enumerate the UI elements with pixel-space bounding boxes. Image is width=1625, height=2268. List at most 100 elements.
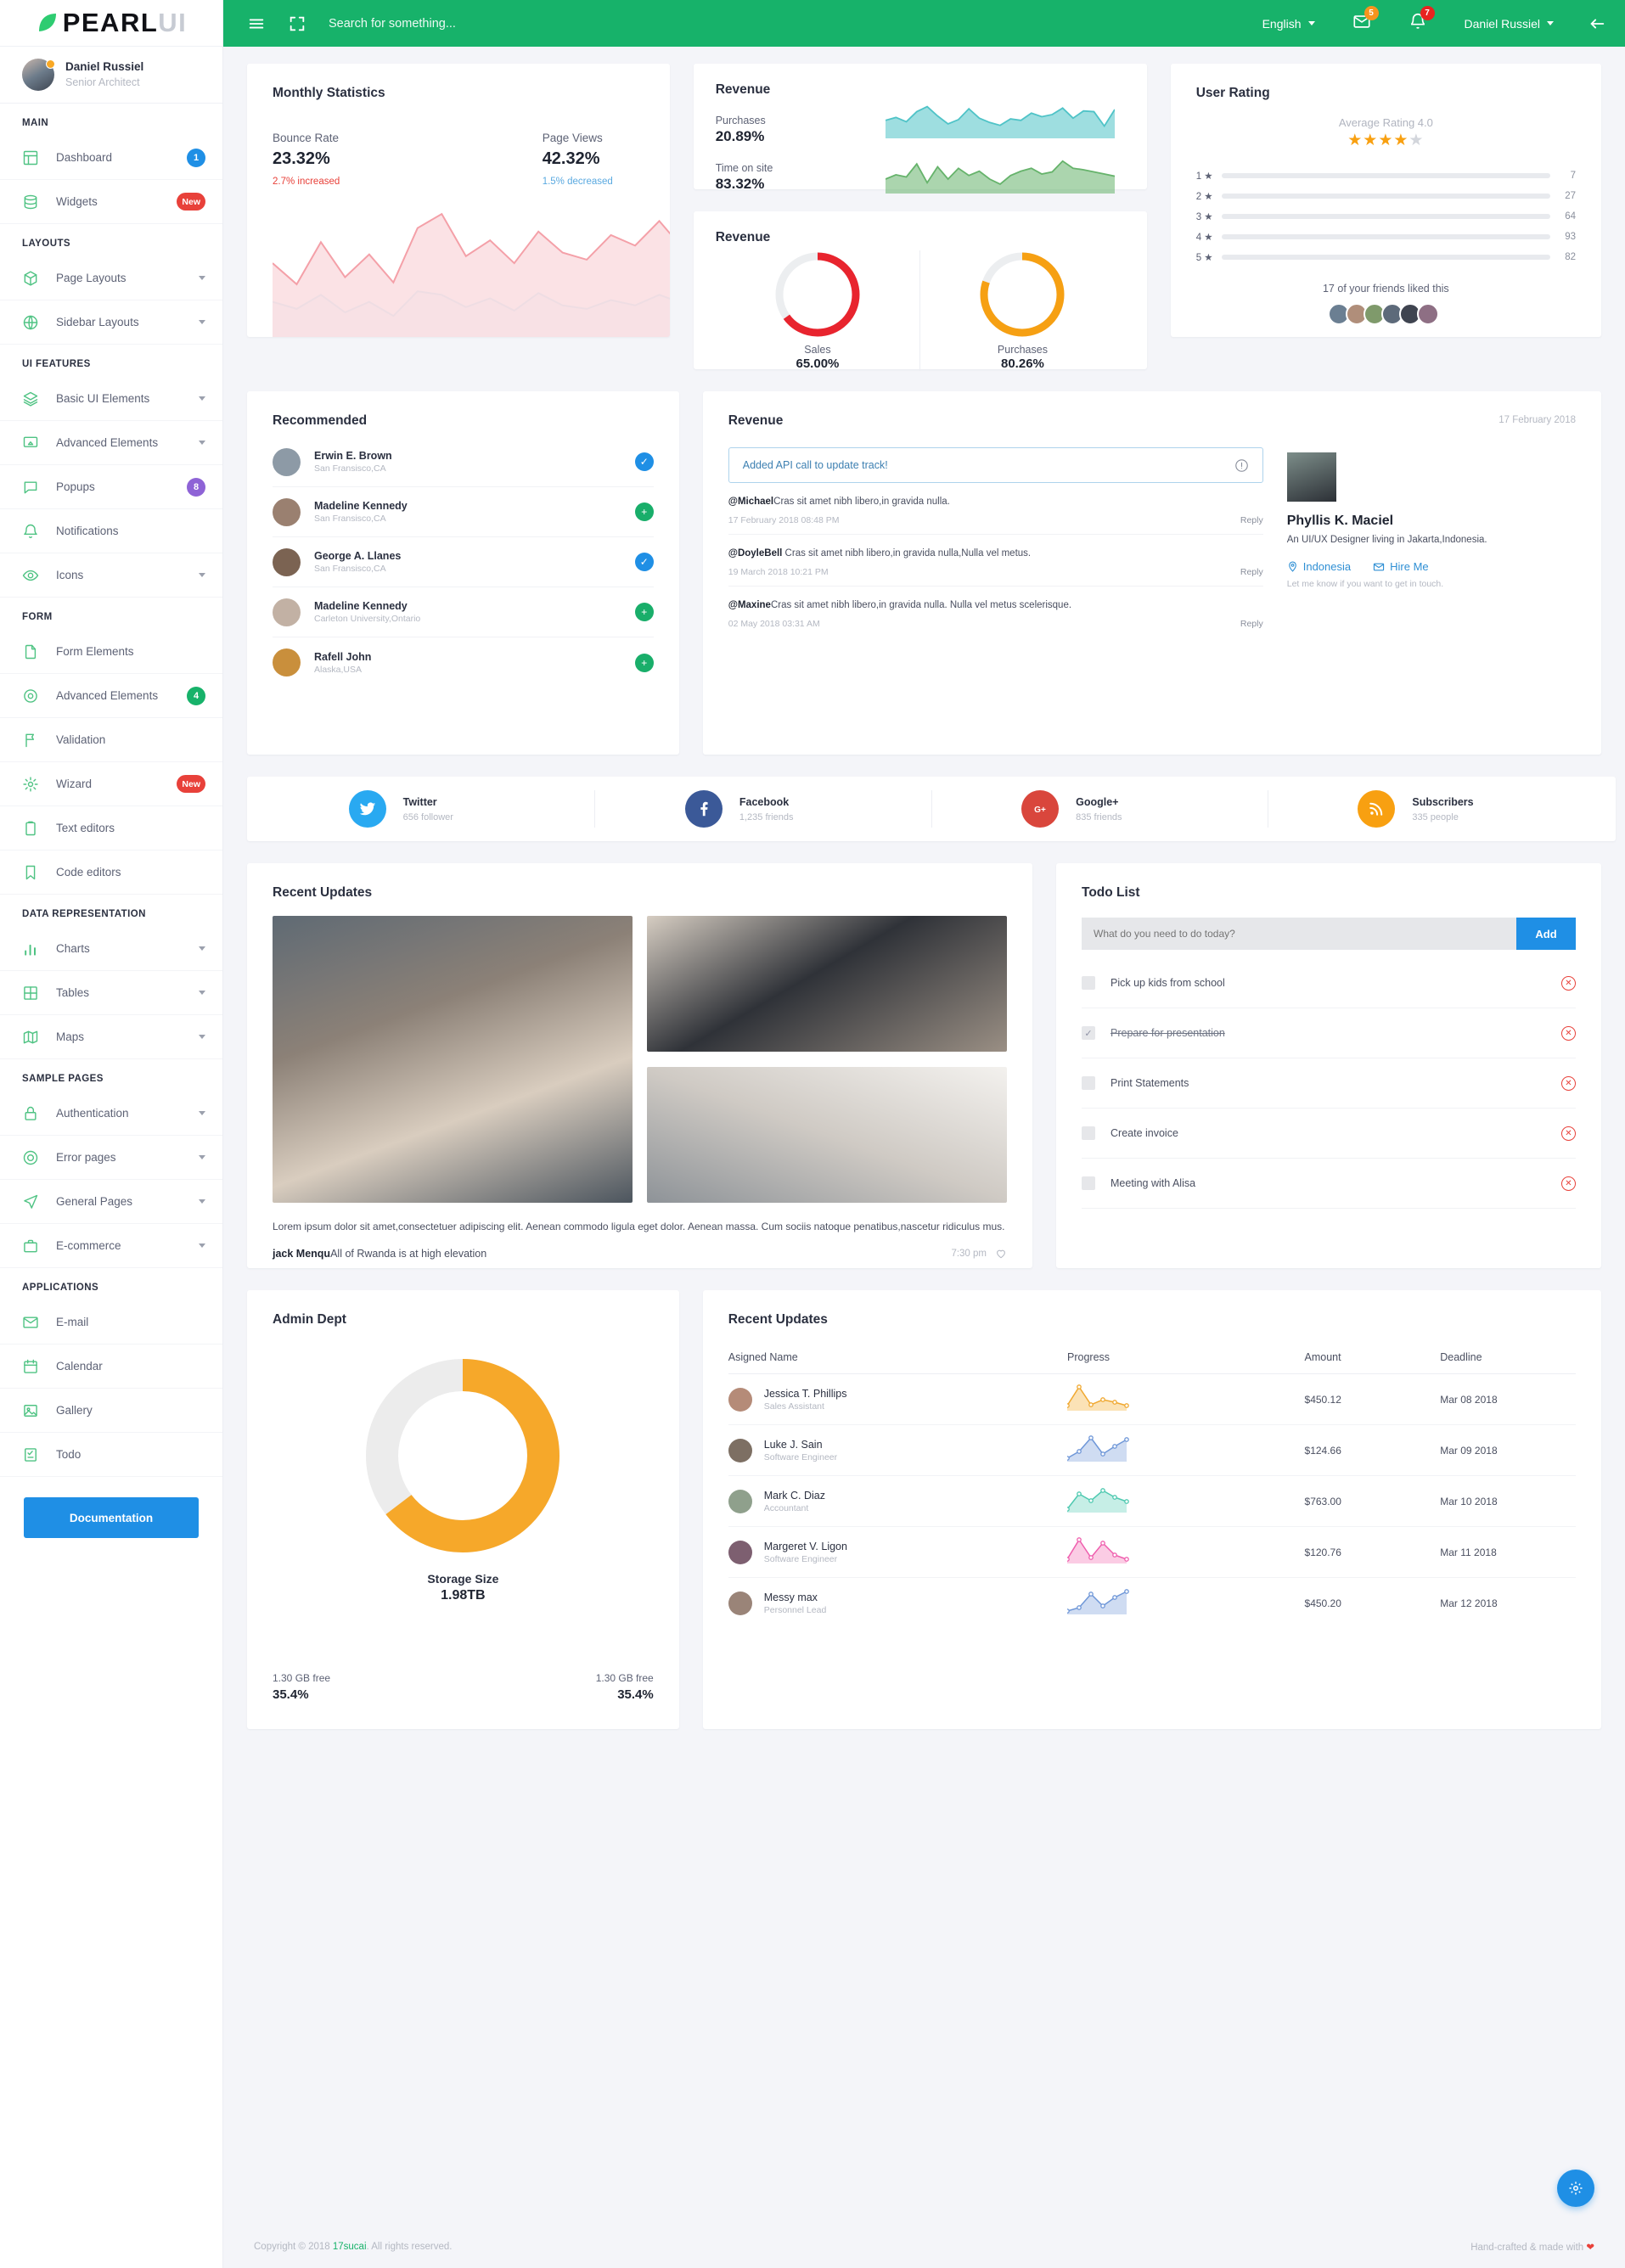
chevron-down-icon bbox=[199, 276, 205, 280]
sidebar-item-page-layouts[interactable]: Page Layouts bbox=[0, 256, 222, 300]
chevron-down-icon bbox=[199, 946, 205, 951]
sidebar-item-tables[interactable]: Tables bbox=[0, 971, 222, 1015]
sidebar-item-maps[interactable]: Maps bbox=[0, 1015, 222, 1059]
sidebar-item-error-pages[interactable]: Error pages bbox=[0, 1136, 222, 1180]
sidebar-item-e-commerce[interactable]: E-commerce bbox=[0, 1224, 222, 1268]
todo-item[interactable]: Create invoice ✕ bbox=[1082, 1109, 1576, 1159]
plus-icon[interactable]: + bbox=[634, 653, 654, 672]
comment-reply-link[interactable]: Reply bbox=[1240, 567, 1263, 577]
sidebar-item-calendar[interactable]: Calendar bbox=[0, 1345, 222, 1389]
comment-reply-link[interactable]: Reply bbox=[1240, 619, 1263, 629]
sidebar-item-popups[interactable]: Popups 8 bbox=[0, 465, 222, 509]
table-row[interactable]: Margeret V. Ligon Software Engineer $120… bbox=[728, 1526, 1576, 1578]
sidebar-item-notifications[interactable]: Notifications bbox=[0, 509, 222, 553]
sidebar-item-text-editors[interactable]: Text editors bbox=[0, 806, 222, 850]
sidebar-item-code-editors[interactable]: Code editors bbox=[0, 850, 222, 895]
list-item[interactable]: Madeline Kennedy Carleton University,Ont… bbox=[273, 587, 654, 637]
todo-add-button[interactable]: Add bbox=[1516, 918, 1576, 950]
hamburger-icon[interactable] bbox=[247, 14, 266, 33]
time-on-site-value: 83.32% bbox=[715, 176, 765, 192]
sidebar-item-authentication[interactable]: Authentication bbox=[0, 1092, 222, 1136]
social-stat-facebook[interactable]: Facebook 1,235 friends bbox=[594, 790, 931, 828]
documentation-button[interactable]: Documentation bbox=[24, 1497, 199, 1538]
gallery-image-main[interactable] bbox=[273, 916, 633, 1203]
todo-item[interactable]: ✓ Prepare for presentation ✕ bbox=[1082, 1008, 1576, 1058]
footer-link[interactable]: 17sucai bbox=[333, 2242, 367, 2252]
language-selector[interactable]: English bbox=[1262, 17, 1315, 31]
todo-checkbox[interactable] bbox=[1082, 1126, 1095, 1140]
hire-me-link[interactable]: Hire Me bbox=[1373, 560, 1429, 573]
todo-delete-icon[interactable]: ✕ bbox=[1561, 1025, 1576, 1041]
person-name: Erwin E. Brown bbox=[314, 450, 392, 462]
sidebar-item-wizard[interactable]: Wizard New bbox=[0, 762, 222, 806]
calendar-icon bbox=[22, 1358, 39, 1375]
brand-logo-area[interactable]: PEARLUI bbox=[0, 0, 222, 47]
author-name: Phyllis K. Maciel bbox=[1286, 514, 1394, 528]
todo-checkbox[interactable]: ✓ bbox=[1082, 1026, 1095, 1040]
list-item[interactable]: Madeline Kennedy San Fransisco,CA + bbox=[273, 487, 654, 537]
comment-reply-link[interactable]: Reply bbox=[1240, 515, 1263, 525]
comment-row: @MichaelCras sit amet nibh libero,in gra… bbox=[728, 483, 1263, 535]
social-stat-subscribers[interactable]: Subscribers 335 people bbox=[1267, 790, 1604, 828]
sidebar-item-todo[interactable]: Todo bbox=[0, 1433, 222, 1477]
sidebar-item-sidebar-layouts[interactable]: Sidebar Layouts bbox=[0, 300, 222, 345]
todo-item[interactable]: Print Statements ✕ bbox=[1082, 1058, 1576, 1109]
sidebar-item-gallery[interactable]: Gallery bbox=[0, 1389, 222, 1433]
sidebar-item-widgets[interactable]: Widgets New bbox=[0, 180, 222, 224]
comment-input[interactable]: Added API call to update track! bbox=[728, 447, 1263, 483]
settings-fab-button[interactable] bbox=[1557, 2170, 1594, 2207]
check-icon[interactable]: ✓ bbox=[634, 452, 654, 471]
search-input[interactable] bbox=[329, 16, 1262, 31]
sidebar-item-icons[interactable]: Icons bbox=[0, 553, 222, 598]
sidebar-item-advanced-elements[interactable]: Advanced Elements bbox=[0, 421, 222, 465]
sidebar-profile[interactable]: Daniel Russiel Senior Architect bbox=[0, 47, 222, 104]
list-item[interactable]: Erwin E. Brown San Fransisco,CA ✓ bbox=[273, 437, 654, 487]
todo-delete-icon[interactable]: ✕ bbox=[1561, 1126, 1576, 1141]
heart-icon[interactable] bbox=[995, 1248, 1007, 1260]
check-icon[interactable]: ✓ bbox=[634, 553, 654, 571]
todo-item[interactable]: Meeting with Alisa ✕ bbox=[1082, 1159, 1576, 1209]
author-location-link[interactable]: Indonesia bbox=[1287, 560, 1351, 573]
gallery-image-secondary[interactable] bbox=[647, 916, 1007, 1052]
sidebar-item-basic-ui-elements[interactable]: Basic UI Elements bbox=[0, 377, 222, 421]
gallery-image-tertiary[interactable] bbox=[647, 1067, 1007, 1203]
fullscreen-icon[interactable] bbox=[288, 14, 306, 33]
flag-icon bbox=[22, 732, 39, 749]
collapse-left-icon[interactable] bbox=[1588, 14, 1606, 33]
sidebar-item-form-elements[interactable]: Form Elements bbox=[0, 630, 222, 674]
sidebar-item-general-pages[interactable]: General Pages bbox=[0, 1180, 222, 1224]
friend-avatar[interactable] bbox=[1417, 303, 1440, 325]
todo-delete-icon[interactable]: ✕ bbox=[1561, 975, 1576, 991]
todo-item[interactable]: Pick up kids from school ✕ bbox=[1082, 958, 1576, 1008]
info-icon[interactable] bbox=[1234, 458, 1249, 473]
list-item[interactable]: Rafell John Alaska,USA + bbox=[273, 637, 654, 688]
comment-user: @DoyleBell bbox=[728, 548, 783, 559]
storage-left-stat: 1.30 GB free 35.4% bbox=[273, 1672, 330, 1702]
table-row[interactable]: Jessica T. Phillips Sales Assistant $450… bbox=[728, 1373, 1576, 1425]
sidebar-item-dashboard[interactable]: Dashboard 1 bbox=[0, 136, 222, 180]
table-row[interactable]: Mark C. Diaz Accountant $763.00 Mar 10 2… bbox=[728, 1475, 1576, 1527]
table-row[interactable]: Luke J. Sain Software Engineer $124.66 M… bbox=[728, 1424, 1576, 1476]
revenue-sparkline-card: Revenue Purchases 20.89% Time on site 83… bbox=[693, 64, 1147, 194]
todo-input[interactable] bbox=[1082, 918, 1516, 950]
plus-icon[interactable]: + bbox=[634, 502, 654, 521]
sidebar-item-e-mail[interactable]: E-mail bbox=[0, 1300, 222, 1345]
notifications-button[interactable]: 7 bbox=[1409, 6, 1435, 35]
todo-checkbox[interactable] bbox=[1082, 1176, 1095, 1190]
todo-checkbox[interactable] bbox=[1082, 976, 1095, 990]
messages-button[interactable]: 5 bbox=[1352, 6, 1379, 35]
sidebar-item-advanced-elements[interactable]: Advanced Elements 4 bbox=[0, 674, 222, 718]
todo-delete-icon[interactable]: ✕ bbox=[1561, 1075, 1576, 1091]
sidebar-item-validation[interactable]: Validation bbox=[0, 718, 222, 762]
list-item[interactable]: George A. Llanes San Fransisco,CA ✓ bbox=[273, 537, 654, 587]
assignee-role: Sales Assistant bbox=[763, 1401, 824, 1412]
rating-track bbox=[1221, 214, 1550, 219]
social-stat-twitter[interactable]: Twitter 656 follower bbox=[259, 790, 594, 828]
user-menu[interactable]: Daniel Russiel bbox=[1465, 17, 1554, 31]
social-stat-google[interactable]: G+ Google+ 835 friends bbox=[931, 790, 1268, 828]
todo-checkbox[interactable] bbox=[1082, 1076, 1095, 1090]
table-row[interactable]: Messy max Personnel Lead $450.20 Mar 12 … bbox=[728, 1578, 1576, 1629]
todo-delete-icon[interactable]: ✕ bbox=[1561, 1176, 1576, 1191]
sidebar-item-charts[interactable]: Charts bbox=[0, 927, 222, 971]
plus-icon[interactable]: + bbox=[634, 603, 654, 621]
